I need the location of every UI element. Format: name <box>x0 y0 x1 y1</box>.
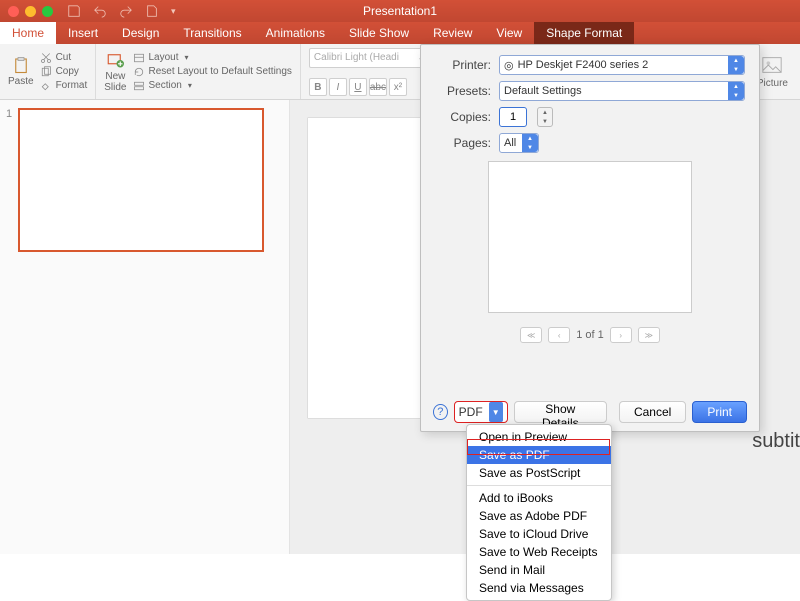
print-dialog: Printer: ◎HP Deskjet F2400 series 2 ▲▼ P… <box>420 44 760 432</box>
printer-label: Printer: <box>435 58 491 72</box>
select-arrows-icon: ▲▼ <box>728 56 744 74</box>
quick-access-toolbar: ▾ <box>67 4 176 18</box>
new-slide-icon <box>106 51 124 69</box>
minimize-window-icon[interactable] <box>25 6 36 17</box>
show-details-button[interactable]: Show Details <box>514 401 607 423</box>
slide-thumbnail-1[interactable] <box>18 108 264 252</box>
copies-input[interactable] <box>499 107 527 127</box>
presets-label: Presets: <box>435 84 491 98</box>
paste-label: Paste <box>8 76 34 87</box>
picture-icon <box>761 54 783 76</box>
help-button[interactable]: ? <box>433 404 448 420</box>
font-name-combo[interactable]: Calibri Light (Headi <box>309 48 429 68</box>
undo-icon[interactable] <box>93 4 107 18</box>
menu-open-preview[interactable]: Open in Preview <box>467 428 611 446</box>
underline-button[interactable]: U <box>349 78 367 96</box>
last-page-button[interactable]: ≫ <box>638 327 660 343</box>
qat-dropdown-icon[interactable]: ▾ <box>171 6 176 17</box>
bold-button[interactable]: B <box>309 78 327 96</box>
clipboard-icon <box>12 56 30 74</box>
tab-home[interactable]: Home <box>0 22 56 44</box>
menu-save-as-postscript[interactable]: Save as PostScript <box>467 464 611 482</box>
tab-review[interactable]: Review <box>421 22 484 44</box>
next-page-button[interactable]: › <box>610 327 632 343</box>
layout-icon <box>133 52 145 64</box>
chevron-down-icon: ▼ <box>489 402 503 422</box>
zoom-window-icon[interactable] <box>42 6 53 17</box>
menu-send-in-mail[interactable]: Send in Mail <box>467 561 611 579</box>
section-button[interactable]: Section▾ <box>133 80 292 92</box>
reset-layout-button[interactable]: Reset Layout to Default Settings <box>133 66 292 78</box>
picture-button[interactable]: Picture <box>757 54 788 89</box>
thumb-number: 1 <box>6 108 12 252</box>
printer-select[interactable]: ◎HP Deskjet F2400 series 2 ▲▼ <box>499 55 745 75</box>
ribbon-tabs: Home Insert Design Transitions Animation… <box>0 22 800 44</box>
menu-save-to-web-receipts[interactable]: Save to Web Receipts <box>467 543 611 561</box>
pdf-dropdown-button[interactable]: PDF ▼ <box>454 401 508 423</box>
section-icon <box>133 80 145 92</box>
document-title: Presentation1 <box>363 4 437 18</box>
presets-select[interactable]: Default Settings ▲▼ <box>499 81 745 101</box>
new-slide-label: New Slide <box>104 71 126 93</box>
menu-send-via-messages[interactable]: Send via Messages <box>467 579 611 597</box>
menu-save-as-adobe-pdf[interactable]: Save as Adobe PDF <box>467 507 611 525</box>
strike-button[interactable]: abc <box>369 78 387 96</box>
prev-page-button[interactable]: ‹ <box>548 327 570 343</box>
print-preview <box>488 161 692 313</box>
pages-label: Pages: <box>435 136 491 150</box>
picture-label: Picture <box>757 78 788 89</box>
tab-animations[interactable]: Animations <box>254 22 337 44</box>
italic-button[interactable]: I <box>329 78 347 96</box>
menu-save-to-icloud[interactable]: Save to iCloud Drive <box>467 525 611 543</box>
redo-icon[interactable] <box>119 4 133 18</box>
brush-icon <box>40 80 52 92</box>
subtitle-placeholder-peek: subtit <box>752 430 800 453</box>
new-slide-button[interactable]: New Slide <box>104 51 126 93</box>
save-icon[interactable] <box>67 4 81 18</box>
title-bar: ▾ Presentation1 <box>0 0 800 22</box>
copy-icon <box>40 66 52 78</box>
tab-transitions[interactable]: Transitions <box>171 22 253 44</box>
format-painter-button[interactable]: Format <box>40 80 88 92</box>
pages-select[interactable]: All ▲▼ <box>499 133 539 153</box>
first-page-button[interactable]: ≪ <box>520 327 542 343</box>
tab-view[interactable]: View <box>484 22 534 44</box>
copies-stepper[interactable]: ▲▼ <box>537 107 553 127</box>
print-button[interactable]: Print <box>692 401 747 423</box>
tab-slideshow[interactable]: Slide Show <box>337 22 421 44</box>
slide-thumbnails-pane[interactable]: 1 <box>0 100 290 554</box>
paste-button[interactable]: Paste <box>8 56 34 87</box>
close-window-icon[interactable] <box>8 6 19 17</box>
tab-design[interactable]: Design <box>110 22 171 44</box>
menu-add-to-ibooks[interactable]: Add to iBooks <box>467 489 611 507</box>
copies-label: Copies: <box>435 110 491 124</box>
scissors-icon <box>40 52 52 64</box>
page-indicator: 1 of 1 <box>576 329 604 341</box>
copy-button[interactable]: Copy <box>40 66 88 78</box>
pdf-menu: Open in Preview Save as PDF Save as Post… <box>466 424 612 601</box>
menu-save-as-pdf[interactable]: Save as PDF <box>467 446 611 464</box>
new-file-icon[interactable] <box>145 4 159 18</box>
cut-button[interactable]: Cut <box>40 52 88 64</box>
tab-shape-format[interactable]: Shape Format <box>534 22 634 44</box>
layout-button[interactable]: Layout▾ <box>133 52 292 64</box>
select-arrows-icon: ▲▼ <box>728 82 744 100</box>
super-sub-button[interactable]: x² <box>389 78 407 96</box>
window-controls <box>8 6 53 17</box>
reset-icon <box>133 66 145 78</box>
select-arrows-icon: ▲▼ <box>522 134 538 152</box>
cancel-button[interactable]: Cancel <box>619 401 686 423</box>
page-nav: ≪ ‹ 1 of 1 › ≫ <box>435 327 745 343</box>
tab-insert[interactable]: Insert <box>56 22 110 44</box>
